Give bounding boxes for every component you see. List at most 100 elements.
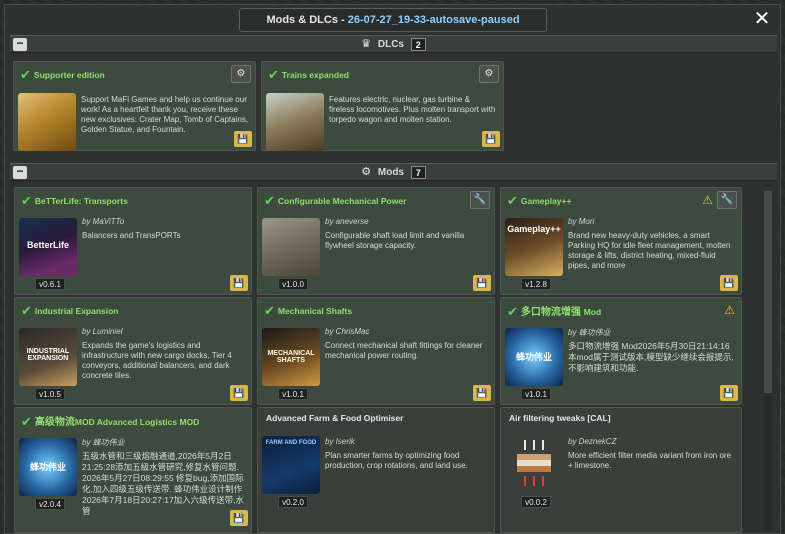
settings-icon[interactable]: ⚙ bbox=[479, 65, 499, 83]
window-title: Mods & DLCs - 26-07-27_19-33-autosave-pa… bbox=[239, 8, 547, 32]
dlc-card-trains-expanded[interactable]: ✔ Trains expanded ⚙ Features electric, nu… bbox=[261, 61, 504, 151]
industrial-expansion-logo-icon: INDUSTRIAL EXPANSION bbox=[19, 328, 77, 386]
mod-card-title-wrap: ✔ Mechanical Shafts bbox=[264, 303, 464, 319]
mod-card-configurable-mechanical-power[interactable]: ✔ Configurable Mechanical Power 🔧 by anev… bbox=[257, 187, 495, 295]
mod-card-title-wrap: ✔ 多口物流增强 Mod bbox=[507, 303, 711, 319]
save-icon[interactable]: 💾 bbox=[230, 385, 248, 401]
mod-card-title-wrap: ✔ Gameplay++ bbox=[507, 193, 711, 209]
mod-card-title-suffix: Mod bbox=[583, 307, 602, 317]
mod-card-description: Expands the game's logistics and infrast… bbox=[82, 341, 232, 380]
golden-statue-icon bbox=[18, 93, 76, 151]
mod-card-title: BeTTerLife: Transports bbox=[34, 196, 128, 206]
wrench-icon[interactable]: 🔧 bbox=[717, 191, 737, 209]
scrollbar-thumb[interactable] bbox=[764, 191, 772, 393]
mod-card-title-wrap: ✔ BeTTerLife: Transports bbox=[21, 193, 221, 209]
wrench-icon[interactable]: 🔧 bbox=[470, 191, 490, 209]
save-icon[interactable]: 💾 bbox=[720, 275, 738, 291]
version-badge: v1.0.5 bbox=[35, 388, 65, 400]
check-icon: ✔ bbox=[507, 193, 518, 208]
mod-card-title-wrap: ✔ Configurable Mechanical Power bbox=[264, 193, 464, 209]
version-badge: v2.0.4 bbox=[35, 498, 65, 510]
save-icon[interactable]: 💾 bbox=[230, 510, 248, 526]
mods-count-badge: 7 bbox=[410, 165, 426, 179]
mod-card-author: by ChrisMac bbox=[325, 327, 370, 336]
mod-card-author: by 蜂功伟业 bbox=[82, 438, 125, 447]
check-icon: ✔ bbox=[21, 303, 32, 318]
check-icon: ✔ bbox=[507, 304, 518, 319]
mod-card-author: by 蜂功伟业 bbox=[568, 328, 611, 337]
mod-card-betterlife-transports[interactable]: ✔ BeTTerLife: Transports BetterLife by Ma… bbox=[14, 187, 252, 295]
check-icon: ✔ bbox=[20, 67, 31, 82]
mod-card-author: by MaViTTo bbox=[82, 217, 125, 226]
mod-card-gameplay-plus-plus[interactable]: ✔ Gameplay++ ⚠ 🔧 Gameplay++ by Mori Brand… bbox=[500, 187, 742, 295]
dlc-card-description: Support MaFi Games and help us continue … bbox=[81, 95, 249, 134]
check-icon: ✔ bbox=[21, 193, 32, 208]
version-badge: v1.0.1 bbox=[521, 388, 551, 400]
check-icon: ✔ bbox=[21, 414, 32, 429]
dlc-card-title-wrap: ✔ Supporter edition bbox=[20, 67, 225, 83]
save-icon[interactable]: 💾 bbox=[720, 385, 738, 401]
mods-section-header: − ⚙ Mods 7 bbox=[10, 163, 777, 181]
version-badge: v0.6.1 bbox=[35, 278, 65, 290]
mod-card-description: Brand new heavy-duty vehicles, a smart P… bbox=[568, 231, 731, 270]
mod-card-author: by aneverse bbox=[325, 217, 369, 226]
mod-card-title: Industrial Expansion bbox=[34, 306, 119, 316]
fenggong-logo-icon: 蜂功伟业 bbox=[19, 438, 77, 496]
mods-header-label: Mods bbox=[377, 167, 404, 178]
collapse-dlcs-button[interactable]: − bbox=[13, 37, 27, 51]
mod-card-title: 多口物流增强 bbox=[520, 307, 581, 318]
save-icon[interactable]: 💾 bbox=[230, 275, 248, 291]
mod-card-title: Advanced Farm & Food Optimiser bbox=[266, 413, 404, 423]
mod-card-description: More efficient filter media variant from… bbox=[568, 451, 732, 470]
version-badge: v1.0.0 bbox=[278, 278, 308, 290]
flywheel-icon bbox=[262, 218, 320, 276]
warning-icon[interactable]: ⚠ bbox=[724, 303, 735, 317]
mod-card-mechanical-shafts[interactable]: ✔ Mechanical Shafts MECHANICAL SHAFTS by … bbox=[257, 297, 495, 405]
check-icon: ✔ bbox=[264, 303, 275, 318]
mod-card-air-filtering-tweaks[interactable]: Air filtering tweaks [CAL] by DeznekCZ M… bbox=[500, 407, 742, 533]
dlc-card-title: Supporter edition bbox=[33, 70, 105, 80]
mod-card-author: by Iserik bbox=[325, 437, 355, 446]
save-icon[interactable]: 💾 bbox=[473, 275, 491, 291]
mods-scrollbar[interactable] bbox=[764, 191, 772, 531]
dlc-card-title: Trains expanded bbox=[281, 70, 349, 80]
close-button[interactable]: ✕ bbox=[752, 9, 772, 30]
settings-icon[interactable]: ⚙ bbox=[231, 65, 251, 83]
farm-food-logo-icon: FARM AND FOOD bbox=[262, 436, 320, 494]
window-title-prefix: Mods & DLCs - bbox=[266, 14, 348, 26]
save-icon[interactable]: 💾 bbox=[482, 131, 500, 147]
fenggong-logo-icon: 蜂功伟业 bbox=[505, 328, 563, 386]
version-badge: v0.2.0 bbox=[278, 496, 308, 508]
mod-card-author: by DeznekCZ bbox=[568, 437, 617, 446]
mod-card-description: Plan smarter farms by optimizing food pr… bbox=[325, 451, 468, 470]
mod-card-multi-port-logistics[interactable]: ✔ 多口物流增强 Mod ⚠ 蜂功伟业 by 蜂功伟业 多口物流增强 Mod202… bbox=[500, 297, 742, 405]
version-badge: v0.0.2 bbox=[521, 496, 551, 508]
mod-card-title: Gameplay++ bbox=[520, 196, 572, 206]
dlc-card-supporter-edition[interactable]: ✔ Supporter edition ⚙ Support MaFi Games … bbox=[13, 61, 256, 151]
dlcs-header-label: DLCs bbox=[377, 39, 404, 50]
window-title-file: 26-07-27_19-33-autosave-paused bbox=[347, 14, 520, 26]
mod-card-title-wrap: ✔ 高级物流MOD Advanced Logistics MOD bbox=[21, 413, 221, 429]
gameplay-logo-icon: Gameplay++ bbox=[505, 218, 563, 276]
mods-dlcs-window: Mods & DLCs - 26-07-27_19-33-autosave-pa… bbox=[4, 4, 781, 534]
mod-card-advanced-farm-food-optimiser[interactable]: Advanced Farm & Food Optimiser FARM AND … bbox=[257, 407, 495, 533]
locomotive-icon bbox=[266, 93, 324, 151]
mod-card-description: Connect mechanical shaft fittings for cl… bbox=[325, 341, 483, 360]
check-icon: ✔ bbox=[264, 193, 275, 208]
mod-card-title: Mechanical Shafts bbox=[277, 306, 353, 316]
mod-card-title: Air filtering tweaks [CAL] bbox=[509, 413, 611, 423]
mod-card-industrial-expansion[interactable]: ✔ Industrial Expansion INDUSTRIAL EXPANSI… bbox=[14, 297, 252, 405]
mod-card-advanced-logistics[interactable]: ✔ 高级物流MOD Advanced Logistics MOD 蜂功伟业 by … bbox=[14, 407, 252, 533]
mod-card-title: 高级物流 bbox=[34, 417, 75, 428]
dlc-card-description: Features electric, nuclear, gas turbine … bbox=[329, 95, 496, 124]
mod-card-author: by Luminiel bbox=[82, 327, 123, 336]
gears-icon: ⚙ bbox=[361, 166, 372, 178]
air-filter-icon bbox=[505, 436, 563, 494]
collapse-mods-button[interactable]: − bbox=[13, 165, 27, 179]
mod-card-description: 五级水管和三级熔融通道,2026年5月2日21:25:28添加五级水管研究,修复… bbox=[82, 451, 245, 516]
warning-icon[interactable]: ⚠ bbox=[702, 193, 713, 207]
version-badge: v1.2.8 bbox=[521, 278, 551, 290]
save-icon[interactable]: 💾 bbox=[473, 385, 491, 401]
mod-card-author: by Mori bbox=[568, 217, 595, 226]
save-icon[interactable]: 💾 bbox=[234, 131, 252, 147]
